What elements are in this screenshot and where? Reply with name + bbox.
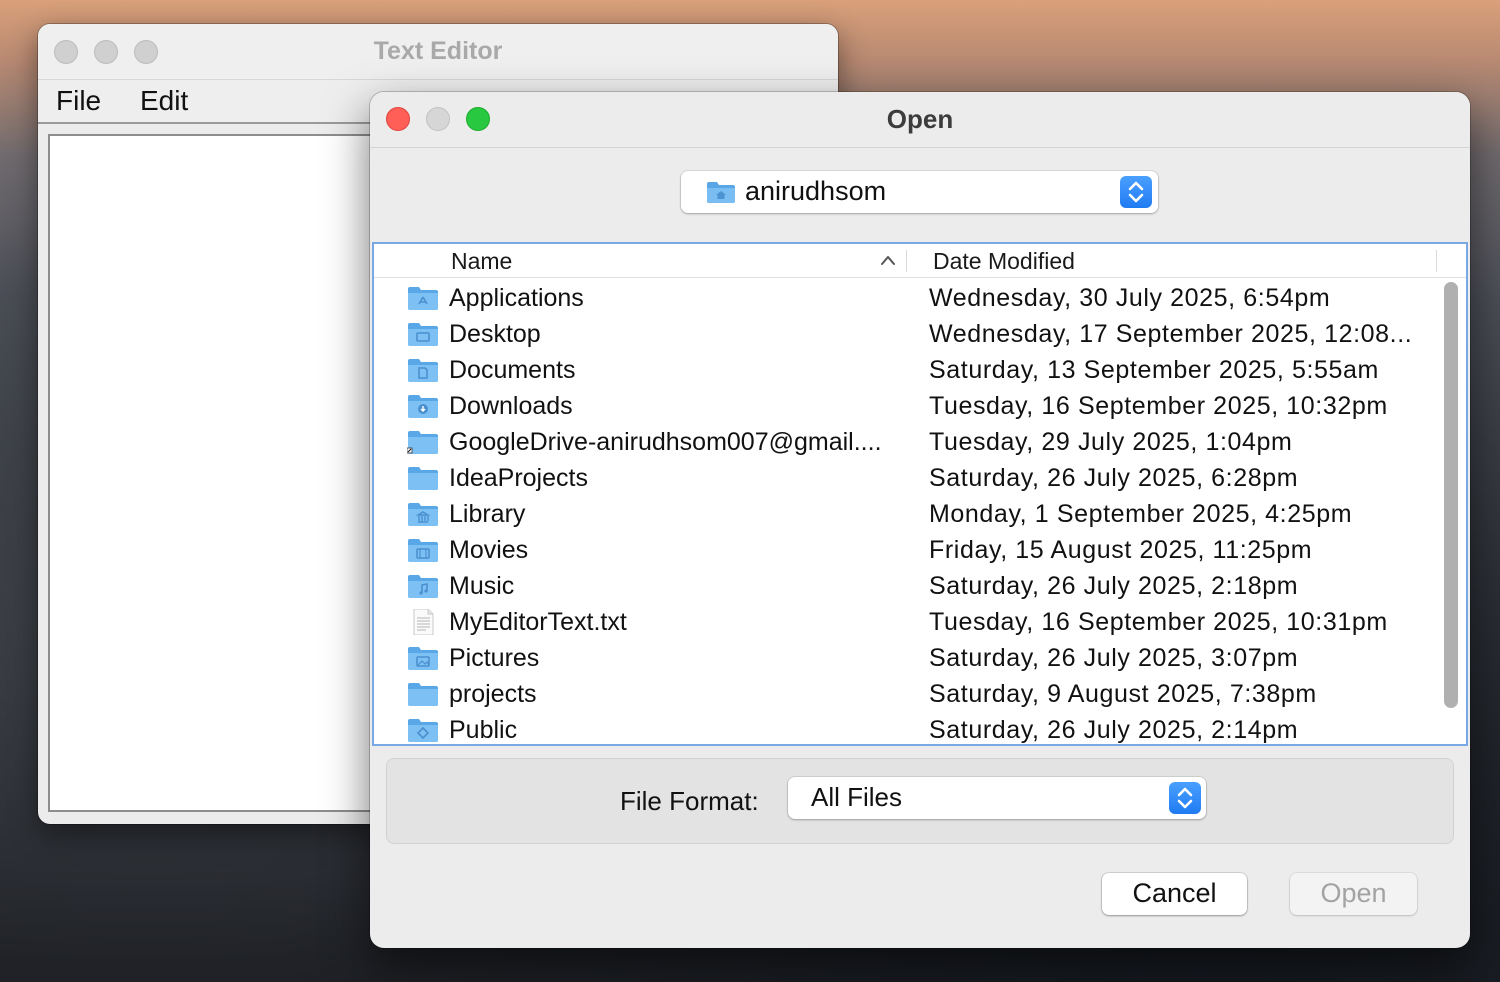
file-date-modified: Saturday, 26 July 2025, 2:18pm: [929, 572, 1299, 600]
file-row[interactable]: Pictures Saturday, 26 July 2025, 3:07pm: [374, 640, 1444, 676]
file-date-modified: Saturday, 26 July 2025, 3:07pm: [929, 644, 1299, 672]
menu-file[interactable]: File: [56, 85, 101, 117]
file-format-panel: File Format: All Files: [386, 758, 1454, 844]
file-format-stepper-icon: [1169, 782, 1201, 814]
dialog-title: Open: [886, 104, 954, 134]
downloads-folder-icon: [408, 395, 438, 418]
file-row[interactable]: Desktop Wednesday, 17 September 2025, 12:…: [374, 316, 1444, 352]
vertical-scrollbar[interactable]: [1444, 282, 1458, 708]
file-list-header: Name Date Modified: [374, 244, 1466, 278]
file-date-modified: Tuesday, 29 July 2025, 1:04pm: [929, 428, 1293, 456]
open-dialog: Open anirudhsom Name Date Modified Appli…: [370, 92, 1470, 948]
location-popup[interactable]: anirudhsom: [681, 171, 1158, 213]
folder-icon: [408, 683, 438, 706]
alias-folder-icon: [407, 431, 438, 454]
library-folder-icon: [408, 503, 438, 526]
folder-icon: [408, 467, 438, 490]
file-name: Pictures: [449, 644, 540, 672]
location-label: anirudhsom: [745, 176, 887, 206]
column-divider[interactable]: [1436, 250, 1437, 272]
pictures-folder-icon: [408, 647, 438, 670]
music-folder-icon: [408, 575, 438, 598]
file-date-modified: Monday, 1 September 2025, 4:25pm: [929, 500, 1353, 528]
file-row[interactable]: IdeaProjects Saturday, 26 July 2025, 6:28…: [374, 460, 1444, 496]
location-stepper-icon: [1120, 176, 1152, 208]
home-folder-icon: [707, 182, 735, 203]
file-name: Applications: [449, 284, 584, 312]
column-header-name[interactable]: Name: [451, 248, 512, 275]
file-row[interactable]: GoogleDrive-anirudhsom007@gmail.... Tuesd…: [374, 424, 1444, 460]
cancel-button[interactable]: Cancel: [1102, 873, 1247, 915]
documents-folder-icon: [408, 359, 438, 382]
desktop-folder-icon: [408, 323, 438, 346]
sort-ascending-icon: [881, 256, 895, 265]
public-folder-icon: [408, 719, 438, 742]
file-date-modified: Tuesday, 16 September 2025, 10:32pm: [929, 392, 1388, 420]
file-name: Public: [449, 716, 518, 744]
file-list[interactable]: Name Date Modified Applications Wednesday…: [372, 242, 1468, 746]
column-divider[interactable]: [906, 250, 907, 272]
file-name: GoogleDrive-anirudhsom007@gmail....: [449, 428, 882, 456]
file-date-modified: Wednesday, 17 September 2025, 12:08...: [929, 320, 1413, 348]
file-name: Downloads: [449, 392, 573, 420]
file-row[interactable]: Applications Wednesday, 30 July 2025, 6:5…: [374, 280, 1444, 316]
file-name: Movies: [449, 536, 529, 564]
file-date-modified: Saturday, 26 July 2025, 6:28pm: [929, 464, 1299, 492]
file-date-modified: Tuesday, 16 September 2025, 10:31pm: [929, 608, 1388, 636]
file-date-modified: Friday, 15 August 2025, 11:25pm: [929, 536, 1313, 564]
file-date-modified: Saturday, 26 July 2025, 2:14pm: [929, 716, 1299, 744]
editor-titlebar[interactable]: Text Editor: [38, 24, 838, 80]
editor-window-title: Text Editor: [373, 37, 503, 65]
dialog-titlebar[interactable]: Open: [370, 92, 1470, 148]
column-header-date-modified[interactable]: Date Modified: [933, 248, 1075, 275]
file-rows: Applications Wednesday, 30 July 2025, 6:5…: [374, 280, 1444, 744]
file-row[interactable]: Documents Saturday, 13 September 2025, 5:…: [374, 352, 1444, 388]
file-row[interactable]: Public Saturday, 26 July 2025, 2:14pm: [374, 712, 1444, 744]
movies-folder-icon: [408, 539, 438, 562]
file-name: Music: [449, 572, 515, 600]
file-name: MyEditorText.txt: [449, 608, 627, 636]
file-name: Library: [449, 500, 526, 528]
file-row[interactable]: Movies Friday, 15 August 2025, 11:25pm: [374, 532, 1444, 568]
menu-edit[interactable]: Edit: [140, 85, 188, 117]
file-row[interactable]: MyEditorText.txt Tuesday, 16 September 20…: [374, 604, 1444, 640]
file-row[interactable]: projects Saturday, 9 August 2025, 7:38pm: [374, 676, 1444, 712]
file-format-label: File Format:: [620, 786, 759, 816]
file-row[interactable]: Music Saturday, 26 July 2025, 2:18pm: [374, 568, 1444, 604]
file-row[interactable]: Downloads Tuesday, 16 September 2025, 10:…: [374, 388, 1444, 424]
file-name: projects: [449, 680, 537, 708]
file-date-modified: Saturday, 9 August 2025, 7:38pm: [929, 680, 1317, 708]
file-name: Documents: [449, 356, 576, 384]
file-name: Desktop: [449, 320, 541, 348]
file-date-modified: Saturday, 13 September 2025, 5:55am: [929, 356, 1379, 384]
applications-folder-icon: [408, 287, 438, 310]
open-button[interactable]: Open: [1290, 873, 1417, 915]
file-row[interactable]: Library Monday, 1 September 2025, 4:25pm: [374, 496, 1444, 532]
file-format-value: All Files: [811, 782, 903, 812]
text-file-icon: [413, 609, 434, 635]
file-name: IdeaProjects: [449, 464, 588, 492]
file-date-modified: Wednesday, 30 July 2025, 6:54pm: [929, 284, 1331, 312]
file-format-select[interactable]: All Files: [788, 777, 1206, 819]
